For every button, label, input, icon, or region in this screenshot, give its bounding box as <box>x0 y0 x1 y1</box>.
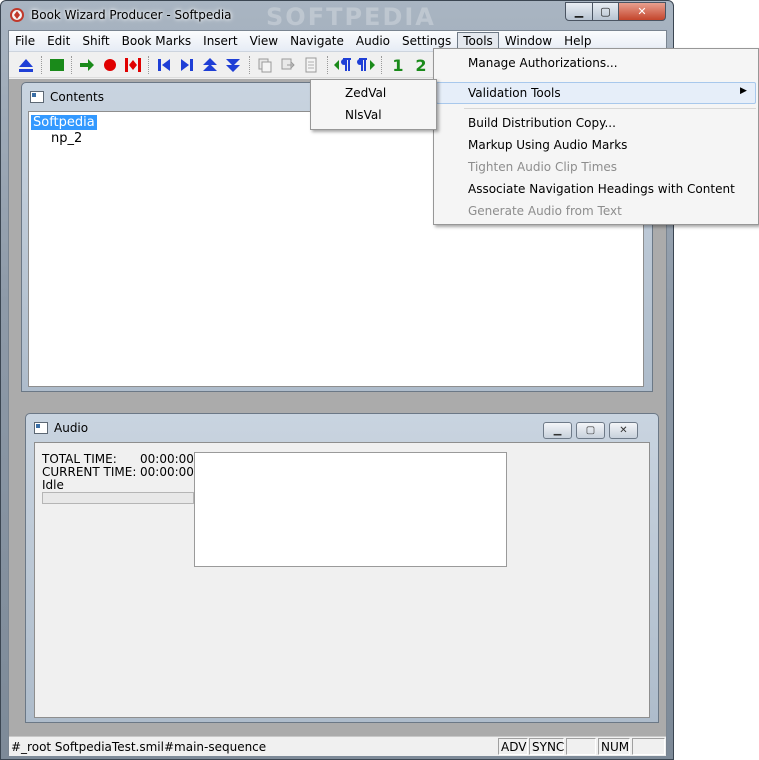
status-panel-empty <box>566 738 596 755</box>
current-time-value: 00:00:00 <box>140 465 194 479</box>
paste-icon <box>281 58 295 70</box>
submenu-item-zedval[interactable]: ZedVal <box>345 86 386 100</box>
status-text: #_root SoftpediaTest.smil#main-sequence <box>11 740 267 754</box>
window-icon <box>34 422 48 434</box>
paragraph-left-icon <box>334 58 351 71</box>
audio-panel: TOTAL TIME: 00:00:00 CURRENT TIME: 00:00… <box>34 442 650 718</box>
restore-icon: ▢ <box>585 425 596 436</box>
menu-insert[interactable]: Insert <box>197 32 243 50</box>
copy-icon <box>258 58 272 73</box>
contents-title: Contents <box>50 90 104 104</box>
menu-item-build-distribution-copy[interactable]: Build Distribution Copy... <box>468 116 616 130</box>
menu-item-manage-authorizations[interactable]: Manage Authorizations... <box>468 56 618 70</box>
toolbar-separator <box>41 56 43 74</box>
menu-item-tighten-audio-clip-times[interactable]: Tighten Audio Clip Times <box>468 160 617 174</box>
current-time-label: CURRENT TIME: <box>42 465 137 479</box>
level-down-button[interactable] <box>222 55 244 75</box>
toolbar-separator <box>327 56 329 74</box>
close-icon: ✕ <box>637 5 647 18</box>
size-grip[interactable] <box>632 738 665 755</box>
watermark: SOFTPEDIA <box>266 3 436 31</box>
copy-button[interactable] <box>254 55 276 75</box>
validation-submenu: ZedVal NlsVal <box>310 79 437 130</box>
minimize-icon: ▁ <box>574 5 584 18</box>
status-panel-num: NUM <box>598 738 630 755</box>
menu-edit[interactable]: Edit <box>41 32 76 50</box>
menu-item-associate-navigation-headings[interactable]: Associate Navigation Headings with Conte… <box>468 182 735 196</box>
split-marker-icon <box>125 58 141 72</box>
document-button[interactable] <box>300 55 322 75</box>
page-two-button[interactable]: 2 <box>410 55 432 75</box>
toolbar-separator <box>249 56 251 74</box>
toolbar-separator <box>148 56 150 74</box>
page-one-button[interactable]: 1 <box>387 55 409 75</box>
eject-button[interactable] <box>15 55 37 75</box>
title-bar[interactable]: Book Wizard Producer - Softpedia SOFTPED… <box>1 1 673 31</box>
audio-state: Idle <box>42 478 64 492</box>
toolbar-separator <box>381 56 383 74</box>
audio-minimize-button[interactable]: ▁ <box>543 422 572 439</box>
maximize-button[interactable]: ▢ <box>592 2 619 21</box>
double-up-icon <box>203 58 217 71</box>
window-title: Book Wizard Producer - Softpedia <box>31 8 232 22</box>
audio-restore-button[interactable]: ▢ <box>576 422 605 439</box>
status-panel-adv: ADV <box>498 738 528 755</box>
record-icon <box>104 59 116 71</box>
submenu-item-nlsval[interactable]: NlsVal <box>345 108 382 122</box>
app-logo-icon <box>10 8 24 22</box>
waveform-display[interactable] <box>194 452 507 567</box>
document-icon <box>305 57 317 73</box>
eject-icon <box>19 59 33 72</box>
menu-navigate[interactable]: Navigate <box>284 32 350 50</box>
paragraph-right-icon <box>357 58 375 71</box>
stop-icon <box>50 59 64 71</box>
menu-shift[interactable]: Shift <box>76 32 115 50</box>
tree-item-root[interactable]: Softpedia <box>31 115 97 130</box>
split-button[interactable] <box>122 55 144 75</box>
minimize-icon: ▁ <box>553 425 562 436</box>
tools-menu: Manage Authorizations... Validation Tool… <box>433 48 759 225</box>
previous-button[interactable] <box>153 55 175 75</box>
tree-item-np2[interactable]: np_2 <box>51 131 82 146</box>
menu-file[interactable]: File <box>9 32 41 50</box>
total-time-value: 00:00:00 <box>140 452 194 466</box>
menu-audio[interactable]: Audio <box>350 32 396 50</box>
menu-item-validation-tools[interactable]: Validation Tools <box>468 86 561 100</box>
minimize-button[interactable]: ▁ <box>565 2 593 21</box>
double-down-icon <box>226 59 240 72</box>
maximize-icon: ▢ <box>600 5 611 18</box>
submenu-arrow-icon: ▶ <box>740 86 747 96</box>
skip-forward-icon <box>181 59 193 71</box>
audio-progress-bar <box>42 492 194 504</box>
menu-separator <box>464 108 756 109</box>
audio-window: Audio ▁ ▢ ✕ TOTAL TIME: 00:00:00 CURRENT… <box>25 413 659 723</box>
audio-close-button[interactable]: ✕ <box>609 422 638 439</box>
total-time-label: TOTAL TIME: <box>42 452 117 466</box>
menu-item-generate-audio-from-text[interactable]: Generate Audio from Text <box>468 204 622 218</box>
paragraph-right-button[interactable] <box>355 55 377 75</box>
menu-item-markup-audio-marks[interactable]: Markup Using Audio Marks <box>468 138 627 152</box>
paste-button[interactable] <box>277 55 299 75</box>
toolbar-separator <box>71 56 73 74</box>
level-up-button[interactable] <box>199 55 221 75</box>
record-button[interactable] <box>99 55 121 75</box>
menu-book-marks[interactable]: Book Marks <box>116 32 198 50</box>
status-bar: #_root SoftpediaTest.smil#main-sequence … <box>9 736 666 756</box>
close-button[interactable]: ✕ <box>618 2 666 21</box>
menu-view[interactable]: View <box>244 32 284 50</box>
skip-back-icon <box>158 59 170 71</box>
audio-title: Audio <box>54 421 89 435</box>
close-icon: ✕ <box>619 425 628 436</box>
stop-button[interactable] <box>46 55 68 75</box>
paragraph-left-button[interactable] <box>332 55 354 75</box>
play-button[interactable] <box>76 55 98 75</box>
next-button[interactable] <box>176 55 198 75</box>
arrow-right-icon <box>80 59 94 71</box>
status-panel-sync: SYNC <box>529 738 564 755</box>
window-icon <box>30 91 44 103</box>
